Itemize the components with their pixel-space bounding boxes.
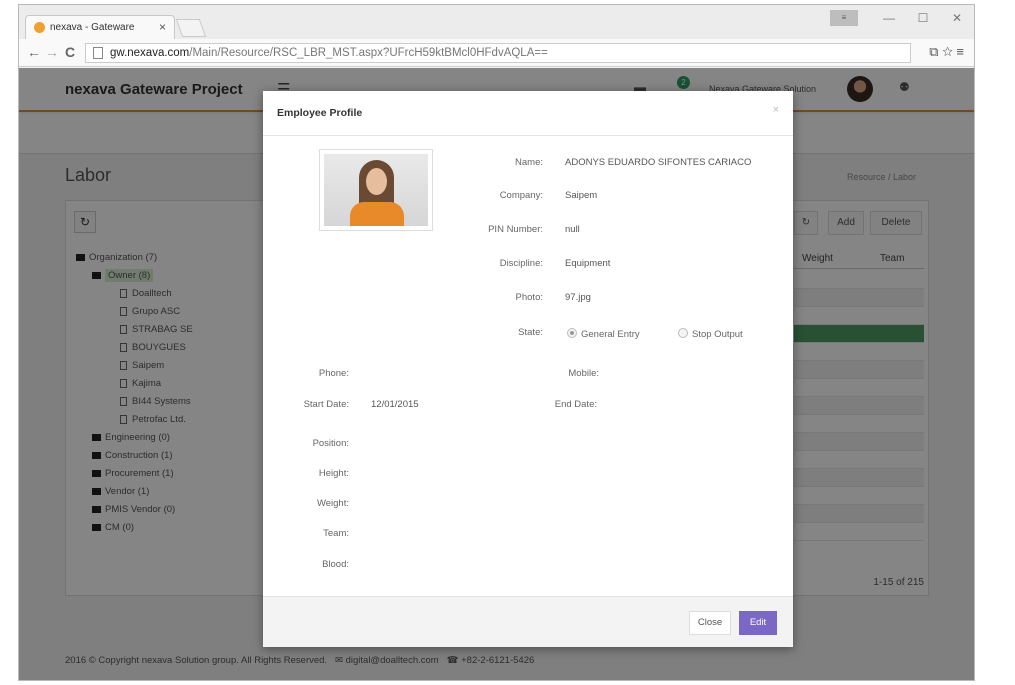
modal-title: Employee Profile — [277, 107, 363, 119]
reload-icon[interactable]: C — [65, 44, 75, 60]
start-date-value: 12/01/2015 — [371, 399, 419, 410]
name-value: ADONYS EDUARDO SIFONTES CARIACO — [565, 157, 752, 168]
state-label: State: — [518, 327, 543, 338]
discipline-value: Equipment — [565, 258, 611, 269]
weight-label: Weight: — [316, 498, 349, 509]
toolbar-right-icons[interactable]: ⧉ ☆ ≡ — [929, 44, 964, 60]
forward-icon[interactable]: → — [45, 44, 59, 60]
position-label: Position: — [312, 438, 349, 449]
tab-title: nexava - Gateware — [50, 22, 135, 33]
page-icon — [93, 47, 103, 59]
favicon-icon — [34, 22, 45, 33]
new-tab-button[interactable] — [175, 19, 207, 37]
close-icon[interactable]: × — [773, 104, 779, 116]
employee-profile-modal: Employee Profile × Name: ADONYS EDUARDO … — [263, 91, 793, 647]
phone-label: Phone: — [318, 368, 349, 379]
discipline-label: Discipline: — [499, 258, 543, 269]
pin-label: PIN Number: — [488, 224, 543, 235]
app-page: nexava Gateware Project ☰ ▬ 2 Nexava Gat… — [19, 68, 974, 680]
profile-icon[interactable]: ≡ — [830, 10, 858, 26]
modal-footer: Close Edit — [263, 596, 793, 647]
radio-checked-icon — [567, 328, 577, 338]
team-label: Team: — [323, 528, 349, 539]
company-value: Saipem — [565, 190, 598, 201]
start-date-label: Start Date: — [303, 399, 349, 410]
close-button[interactable]: Close — [689, 611, 731, 635]
blood-label: Blood: — [322, 559, 349, 570]
url-path: /Main/Resource/RSC_LBR_MST.aspx?UFrcH59k… — [189, 47, 548, 59]
height-label: Height: — [318, 468, 349, 479]
tab-strip: nexava - Gateware × ≡ — ☐ ✕ — [19, 5, 974, 39]
close-window-button[interactable]: ✕ — [940, 11, 974, 25]
radio-icon — [678, 328, 688, 338]
mobile-label: Mobile: — [568, 368, 599, 379]
back-icon[interactable]: ← — [27, 44, 41, 60]
address-toolbar: ← → C gw.nexava.com/Main/Resource/RSC_LB… — [19, 39, 974, 67]
employee-photo — [319, 149, 433, 231]
pin-value: null — [565, 224, 580, 235]
browser-tab[interactable]: nexava - Gateware × — [25, 15, 175, 39]
tab-close-icon[interactable]: × — [159, 20, 166, 34]
modal-header: Employee Profile × — [263, 91, 793, 136]
address-bar[interactable]: gw.nexava.com/Main/Resource/RSC_LBR_MST.… — [85, 43, 911, 63]
photo-value: 97.jpg — [565, 292, 591, 303]
maximize-button[interactable]: ☐ — [906, 11, 940, 25]
minimize-button[interactable]: — — [872, 11, 906, 25]
browser-window: nexava - Gateware × ≡ — ☐ ✕ ← → C gw.nex… — [18, 4, 975, 681]
window-controls: ≡ — ☐ ✕ — [830, 5, 974, 31]
state-stop-output-radio[interactable]: Stop Output — [678, 328, 743, 340]
end-date-label: End Date: — [554, 399, 597, 410]
edit-button[interactable]: Edit — [739, 611, 777, 635]
name-label: Name: — [515, 157, 543, 168]
state-general-entry-radio[interactable]: General Entry — [567, 328, 640, 340]
company-label: Company: — [499, 190, 543, 201]
photo-label: Photo: — [515, 292, 543, 303]
url-domain: gw.nexava.com — [110, 47, 190, 59]
